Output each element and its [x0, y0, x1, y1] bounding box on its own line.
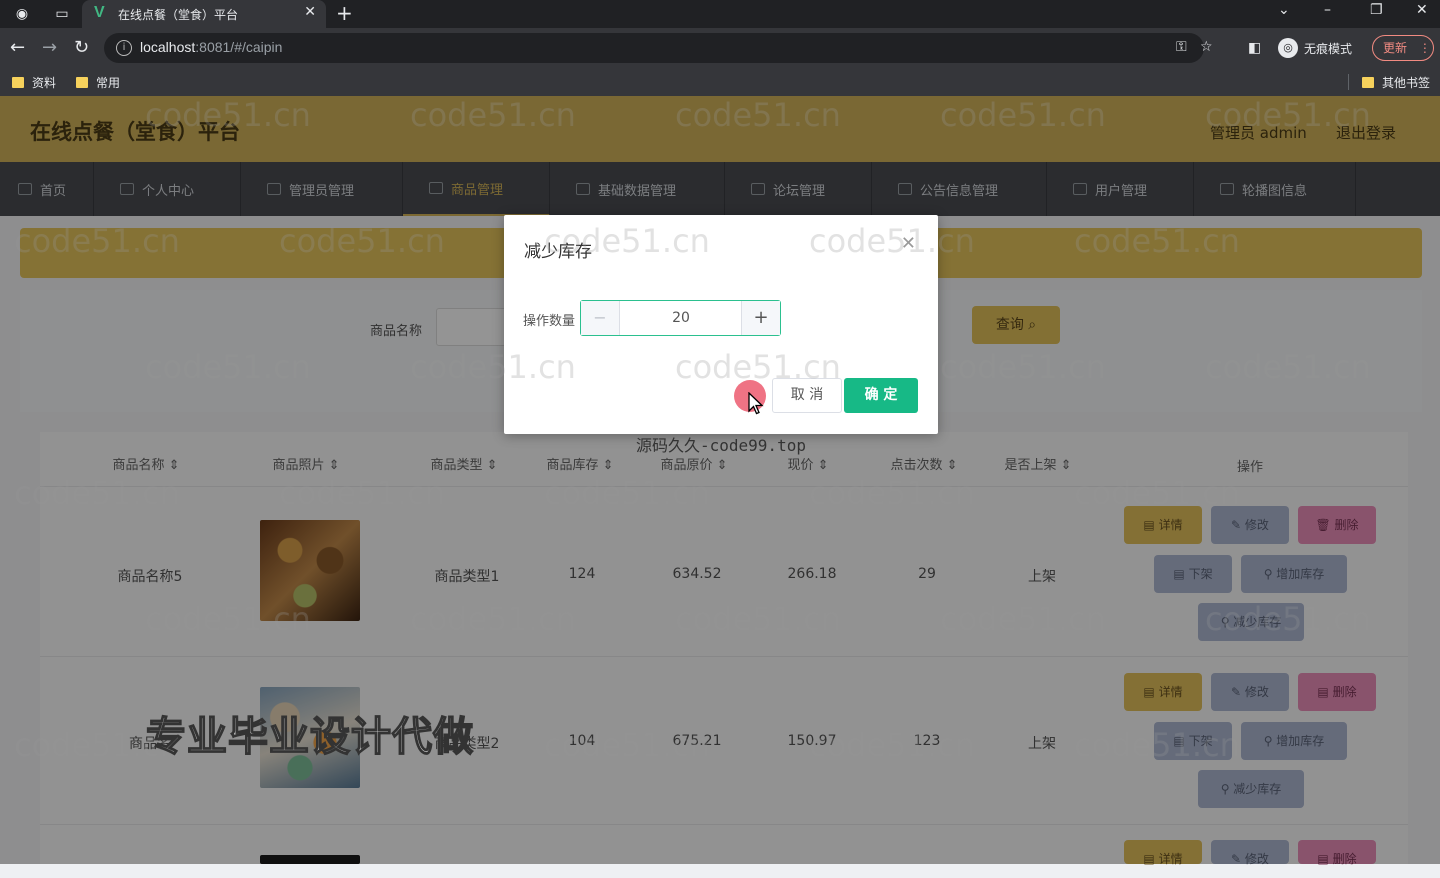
mouse-cursor-icon [748, 392, 764, 415]
cancel-button[interactable]: 取 消 [772, 378, 842, 413]
bookmark-folder-other[interactable]: 其他书签 [1362, 74, 1430, 91]
bookmarks-bar: 资料 常用 其他书签 [0, 68, 1440, 96]
app-icon: ◉ [15, 6, 29, 22]
source-watermark: 源码久久-code99.top [636, 436, 806, 455]
browser-tabbar: ◉ ▭ V 在线点餐（堂食）平台 ✕ + ⌄ – ❐ ✕ [0, 0, 1440, 28]
browser-tab[interactable]: V 在线点餐（堂食）平台 ✕ [82, 0, 326, 28]
bookmark-folder-ziliao[interactable]: 资料 [12, 74, 56, 91]
confirm-button[interactable]: 确 定 [844, 378, 918, 413]
forward-icon[interactable]: → [42, 37, 57, 58]
update-button[interactable]: 更新 ⋮ [1372, 35, 1434, 61]
tab-list-icon[interactable]: ▭ [52, 4, 72, 24]
quantity-label: 操作数量 [523, 314, 576, 329]
close-icon[interactable]: ✕ [901, 233, 916, 254]
incognito-label: 无痕模式 [1304, 41, 1353, 56]
quantity-input[interactable]: 20 [619, 301, 743, 335]
star-icon[interactable]: ☆ [1200, 39, 1213, 55]
minimize-icon[interactable]: – [1324, 2, 1331, 18]
folder-icon [12, 77, 24, 88]
decrease-button[interactable]: − [581, 301, 620, 335]
incognito-indicator[interactable]: ◎ 无痕模式 [1278, 35, 1352, 61]
increase-button[interactable]: + [741, 301, 780, 335]
bookmark-separator [1348, 74, 1349, 90]
promo-watermark: 专业毕业设计代做 [145, 713, 474, 761]
address-bar-row: ← → ↻ i localhost:8081/#/caipin ⚿ ☆ ◧ ◎ … [0, 28, 1440, 68]
incognito-icon: ◎ [1278, 38, 1298, 58]
omnibox[interactable]: i localhost:8081/#/caipin ⚿ ☆ [104, 33, 1213, 63]
key-icon[interactable]: ⚿ [1176, 39, 1187, 55]
tab-close-icon[interactable]: ✕ [304, 4, 316, 20]
close-window-icon[interactable]: ✕ [1416, 2, 1428, 18]
folder-icon [1362, 77, 1374, 88]
new-tab-icon[interactable]: + [336, 1, 353, 25]
url-text[interactable]: localhost:8081/#/caipin [140, 39, 282, 55]
reload-icon[interactable]: ↻ [74, 37, 89, 58]
reduce-stock-dialog: 减少库存 ✕ 操作数量 − 20 + 取 消 确 定 [504, 215, 938, 434]
vue-favicon-icon: V [94, 4, 105, 21]
back-icon[interactable]: ← [10, 37, 25, 58]
sidebar-icon[interactable]: ◧ [1248, 40, 1261, 56]
more-menu-icon: ⋮ [1418, 41, 1431, 55]
tab-search-icon[interactable]: ⌄ [1278, 2, 1290, 18]
restore-icon[interactable]: ❐ [1370, 2, 1383, 18]
site-info-icon[interactable]: i [116, 40, 132, 56]
bookmark-folder-changyong[interactable]: 常用 [76, 74, 120, 91]
quantity-stepper: − 20 + [580, 300, 781, 336]
dialog-title: 减少库存 [524, 242, 592, 262]
folder-icon [76, 77, 88, 88]
tab-title: 在线点餐（堂食）平台 [118, 8, 239, 22]
